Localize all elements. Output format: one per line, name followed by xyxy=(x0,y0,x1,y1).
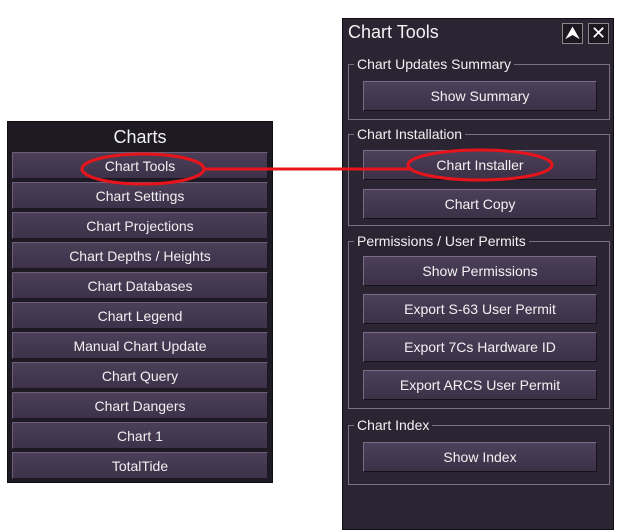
menu-item-chart-projections[interactable]: Chart Projections xyxy=(12,212,268,239)
group-chart-installation: Chart Installation Chart Installer Chart… xyxy=(348,126,610,226)
chart-tools-panel: Chart Tools ⮝ ✕ Chart Updates Summary Sh… xyxy=(342,18,614,530)
export-7cs-hardware-id-button[interactable]: Export 7Cs Hardware ID xyxy=(363,332,597,362)
chart-copy-button[interactable]: Chart Copy xyxy=(363,189,597,219)
group-label: Chart Installation xyxy=(354,126,466,142)
export-arcs-user-permit-button[interactable]: Export ARCS User Permit xyxy=(363,370,597,400)
charts-menu: Charts Chart Tools Chart Settings Chart … xyxy=(7,121,273,483)
group-label: Chart Index xyxy=(354,417,433,433)
panel-title: Chart Tools xyxy=(348,22,439,42)
charts-menu-title: Charts xyxy=(113,127,167,147)
show-index-button[interactable]: Show Index xyxy=(363,442,597,472)
group-chart-updates-summary: Chart Updates Summary Show Summary xyxy=(348,56,610,120)
show-permissions-button[interactable]: Show Permissions xyxy=(363,256,597,286)
group-label: Chart Updates Summary xyxy=(354,56,515,72)
menu-item-chart-depths-heights[interactable]: Chart Depths / Heights xyxy=(12,242,268,269)
collapse-panel-button[interactable]: ⮝ xyxy=(562,23,583,44)
menu-item-totaltide[interactable]: TotalTide xyxy=(12,452,268,479)
group-chart-index: Chart Index Show Index xyxy=(348,417,610,485)
menu-item-chart-tools[interactable]: Chart Tools xyxy=(12,152,268,179)
group-permissions-user-permits: Permissions / User Permits Show Permissi… xyxy=(348,233,610,409)
menu-item-manual-chart-update[interactable]: Manual Chart Update xyxy=(12,332,268,359)
charts-menu-list: Chart Tools Chart Settings Chart Project… xyxy=(12,152,268,479)
menu-item-chart-settings[interactable]: Chart Settings xyxy=(12,182,268,209)
chart-installer-button[interactable]: Chart Installer xyxy=(363,150,597,180)
menu-item-chart-databases[interactable]: Chart Databases xyxy=(12,272,268,299)
chevron-up-icon: ⮝ xyxy=(564,23,581,43)
close-icon: ✕ xyxy=(590,23,607,43)
show-summary-button[interactable]: Show Summary xyxy=(363,81,597,111)
menu-item-chart-query[interactable]: Chart Query xyxy=(12,362,268,389)
menu-item-chart-1[interactable]: Chart 1 xyxy=(12,422,268,449)
close-panel-button[interactable]: ✕ xyxy=(588,23,609,44)
menu-item-chart-dangers[interactable]: Chart Dangers xyxy=(12,392,268,419)
panel-titlebar: Chart Tools ⮝ ✕ xyxy=(343,19,613,47)
group-label: Permissions / User Permits xyxy=(354,233,529,249)
export-s63-user-permit-button[interactable]: Export S-63 User Permit xyxy=(363,294,597,324)
menu-item-chart-legend[interactable]: Chart Legend xyxy=(12,302,268,329)
